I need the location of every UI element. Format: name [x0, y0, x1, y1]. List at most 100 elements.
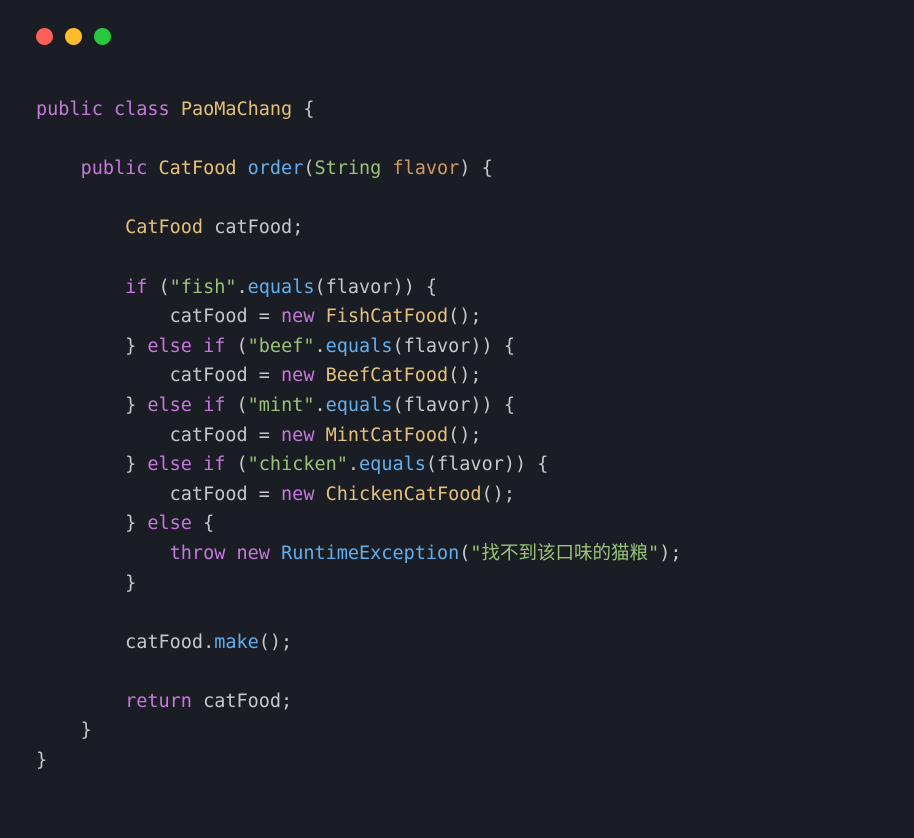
string-literal: "mint" [248, 395, 315, 416]
assign-op: = [259, 306, 270, 327]
keyword-if: if [203, 395, 225, 416]
brace-close: } [125, 395, 136, 416]
paren-close: ); [659, 543, 681, 564]
close-icon[interactable] [36, 28, 53, 45]
dot: . [348, 454, 359, 475]
string-literal: "beef" [248, 336, 315, 357]
var-ref: catFood [170, 425, 248, 446]
string-literal: "chicken" [248, 454, 348, 475]
keyword-if: if [203, 336, 225, 357]
constructor: ChickenCatFood [326, 484, 482, 505]
keyword-new: new [281, 365, 314, 386]
paren-close: )) [470, 336, 492, 357]
paren-open: ( [314, 277, 325, 298]
dot: . [314, 336, 325, 357]
paren-open: ( [237, 336, 248, 357]
var-ref: catFood [125, 632, 203, 653]
semicolon: ; [292, 217, 303, 238]
paren-close: )) [470, 395, 492, 416]
var-ref: catFood [170, 484, 248, 505]
dot: . [314, 395, 325, 416]
string-literal: "fish" [170, 277, 237, 298]
constructor: FishCatFood [326, 306, 449, 327]
keyword-if: if [203, 454, 225, 475]
var-ref: flavor [404, 336, 471, 357]
keyword-new: new [281, 425, 314, 446]
constructor: BeefCatFood [326, 365, 449, 386]
parens: (); [448, 365, 481, 386]
brace-close: } [125, 573, 136, 594]
var-ref: catFood [203, 691, 281, 712]
code-block: public class PaoMaChang { public CatFood… [8, 45, 906, 776]
brace-close: } [36, 750, 47, 771]
maximize-icon[interactable] [94, 28, 111, 45]
paren-open: ( [237, 395, 248, 416]
keyword-new: new [281, 306, 314, 327]
param-name: flavor [392, 158, 459, 179]
paren-close: ) [459, 158, 470, 179]
brace-close: } [81, 720, 92, 741]
keyword-else: else [147, 336, 192, 357]
brace-open: { [426, 277, 437, 298]
param-type: String [314, 158, 381, 179]
paren-open: ( [392, 336, 403, 357]
brace-close: } [125, 454, 136, 475]
var-ref: catFood [170, 365, 248, 386]
dot: . [237, 277, 248, 298]
minimize-icon[interactable] [65, 28, 82, 45]
keyword-else: else [147, 395, 192, 416]
keyword-new: new [281, 484, 314, 505]
keyword-else: else [147, 454, 192, 475]
keyword-public: public [81, 158, 148, 179]
keyword-else: else [147, 513, 192, 534]
method-equals: equals [326, 336, 393, 357]
brace-open: { [504, 395, 515, 416]
keyword-throw: throw [170, 543, 226, 564]
keyword-return: return [125, 691, 192, 712]
brace-close: } [125, 513, 136, 534]
paren-close: )) [504, 454, 526, 475]
keyword-public: public [36, 99, 103, 120]
brace-open: { [203, 513, 214, 534]
window-titlebar [8, 8, 906, 45]
paren-open: ( [237, 454, 248, 475]
code-window: public class PaoMaChang { public CatFood… [8, 8, 906, 830]
assign-op: = [259, 484, 270, 505]
method-equals: equals [326, 395, 393, 416]
paren-open: ( [159, 277, 170, 298]
return-type: CatFood [159, 158, 237, 179]
dot: . [203, 632, 214, 653]
constructor: MintCatFood [326, 425, 449, 446]
parens: (); [448, 425, 481, 446]
string-literal: "找不到该口味的猫粮" [470, 543, 659, 564]
brace-open: { [303, 99, 314, 120]
assign-op: = [259, 425, 270, 446]
parens: (); [448, 306, 481, 327]
semicolon: ; [281, 691, 292, 712]
paren-close: )) [392, 277, 414, 298]
paren-open: ( [303, 158, 314, 179]
paren-open: ( [426, 454, 437, 475]
parens: (); [259, 632, 292, 653]
paren-open: ( [459, 543, 470, 564]
var-name: catFood [214, 217, 292, 238]
paren-open: ( [392, 395, 403, 416]
keyword-class: class [114, 99, 170, 120]
var-type: CatFood [125, 217, 203, 238]
var-ref: flavor [326, 277, 393, 298]
exception-type: RuntimeException [281, 543, 459, 564]
brace-close: } [125, 336, 136, 357]
var-ref: flavor [437, 454, 504, 475]
method-equals: equals [359, 454, 426, 475]
keyword-if: if [125, 277, 147, 298]
assign-op: = [259, 365, 270, 386]
var-ref: catFood [170, 306, 248, 327]
method-name: order [248, 158, 304, 179]
brace-open: { [482, 158, 493, 179]
class-name: PaoMaChang [181, 99, 292, 120]
method-call: make [214, 632, 259, 653]
brace-open: { [537, 454, 548, 475]
method-equals: equals [248, 277, 315, 298]
brace-open: { [504, 336, 515, 357]
var-ref: flavor [404, 395, 471, 416]
